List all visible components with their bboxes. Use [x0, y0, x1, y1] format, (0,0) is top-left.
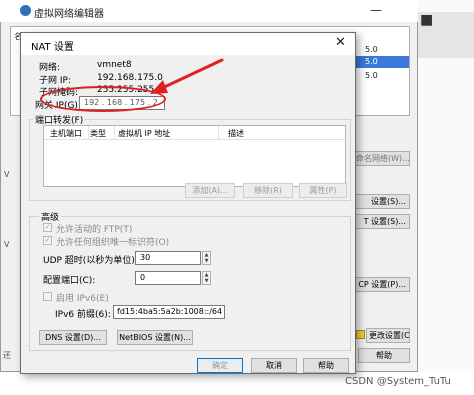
watermark: CSDN @System_TuTu — [345, 376, 451, 387]
arrow-shaft — [156, 58, 224, 92]
arrow-head — [150, 80, 168, 94]
annotation-arrow — [150, 58, 224, 94]
